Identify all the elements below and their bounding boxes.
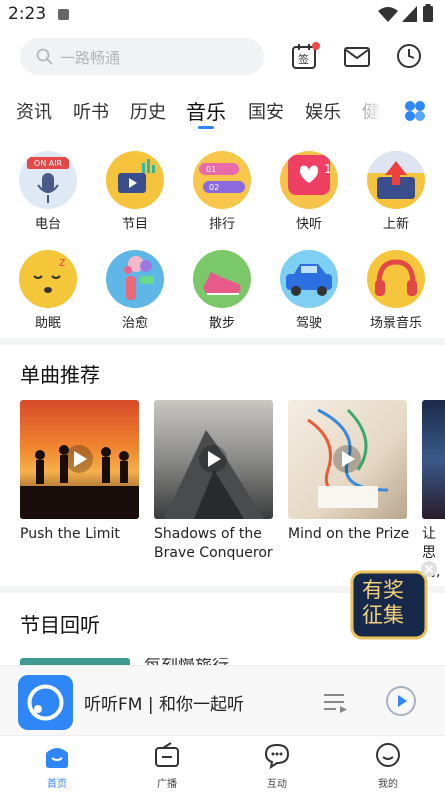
sleep-face-icon: z (19, 250, 77, 308)
category-new-arrival[interactable]: 上新 (356, 151, 436, 232)
chat-bubble-icon (264, 743, 290, 770)
section-divider (0, 338, 445, 345)
status-time: 2:23 (8, 4, 47, 24)
checkin-label: 签 (298, 53, 309, 66)
new-arrival-icon (367, 151, 425, 209)
category-label: 电台 (34, 217, 61, 232)
category-radio[interactable]: ON AIR 电台 (8, 151, 88, 232)
category-walk[interactable]: 散步 (182, 250, 262, 331)
single-title: Shadows of the Brave Conqueror (154, 526, 273, 561)
search-icon (36, 48, 53, 65)
radio-icon (155, 742, 179, 767)
category-label: 快听 (295, 217, 322, 232)
promo-close-icon[interactable] (420, 560, 438, 578)
more-categories-icon[interactable] (404, 100, 426, 122)
svg-text:02: 02 (209, 183, 219, 192)
replay-section-title: 节目回听 (20, 613, 100, 637)
nav-label: 广播 (157, 779, 177, 790)
tabs-fade (340, 88, 400, 128)
single-card[interactable]: 让思荡, (422, 400, 445, 582)
battery-icon (423, 4, 433, 22)
nav-label: 首页 (47, 779, 67, 790)
healing-icon (106, 250, 164, 308)
active-tab-indicator (198, 126, 214, 129)
single-cover-image (422, 400, 445, 519)
status-bar: 2:23 (0, 0, 445, 30)
nav-home[interactable]: 首页 (17, 741, 97, 790)
checkin-calendar-icon[interactable]: 签 (290, 42, 320, 72)
nav-interact[interactable]: 互动 (237, 741, 317, 790)
single-title: Mind on the Prize (288, 526, 410, 542)
search-placeholder: 一路畅通 (60, 49, 121, 67)
mini-player[interactable]: 听听FM | 和你一起听 (0, 665, 445, 736)
promo-line-2: 征集 (362, 603, 404, 627)
ranking-icon: 01 02 (193, 151, 251, 209)
category-label: 排行 (208, 217, 235, 232)
promo-line-1: 有奖 (362, 578, 404, 602)
profile-smile-icon (376, 743, 400, 767)
single-card[interactable]: Shadows of the Brave Conqueror (154, 400, 279, 563)
category-label: 驾驶 (295, 316, 322, 331)
nav-label: 我的 (378, 779, 398, 790)
category-healing[interactable]: 治愈 (95, 250, 175, 331)
nav-label: 互动 (267, 779, 287, 790)
tab-national-security[interactable]: 国安 (248, 98, 284, 124)
promo-badge[interactable]: 有奖 征集 (350, 568, 430, 642)
car-icon (280, 250, 338, 308)
category-scene-music[interactable]: 场景音乐 (356, 250, 436, 331)
tab-entertainment[interactable]: 娱乐 (305, 98, 341, 124)
history-clock-icon[interactable] (395, 42, 425, 72)
category-ranking[interactable]: 01 02 排行 (182, 151, 262, 232)
on-air-mic-icon: ON AIR (19, 151, 77, 209)
play-button-icon[interactable] (385, 685, 417, 717)
category-program[interactable]: 节目 (95, 151, 175, 232)
category-driving[interactable]: 驾驶 (269, 250, 349, 331)
svg-text:01: 01 (206, 165, 216, 174)
walk-shoe-icon (193, 250, 251, 308)
svg-text:1: 1 (324, 162, 332, 176)
tab-audiobooks[interactable]: 听书 (73, 98, 109, 124)
nav-profile[interactable]: 我的 (348, 741, 428, 790)
bottom-nav: 首页 广播 互动 我的 (0, 735, 445, 793)
tab-history[interactable]: 历史 (130, 98, 166, 124)
notification-icon (58, 9, 69, 20)
signal-icon (402, 6, 417, 22)
category-label: 散步 (208, 316, 235, 331)
singles-section-title: 单曲推荐 (20, 363, 100, 387)
single-cover-image (20, 400, 139, 519)
category-quick-listen[interactable]: 1 快听 (269, 151, 349, 232)
program-tv-icon (106, 151, 164, 209)
single-card[interactable]: Push the Limit (20, 400, 145, 544)
category-label: 场景音乐 (369, 316, 422, 331)
player-title: 听听FM | 和你一起听 (84, 695, 244, 715)
single-card[interactable]: Mind on the Prize (288, 400, 413, 544)
category-label: 上新 (382, 217, 409, 232)
single-cover-image (288, 400, 407, 519)
category-label: 治愈 (121, 316, 148, 331)
nav-broadcast[interactable]: 广播 (127, 741, 207, 790)
search-bar[interactable]: 一路畅通 (20, 38, 264, 75)
headphones-icon (367, 250, 425, 308)
svg-text:ON AIR: ON AIR (34, 159, 63, 168)
category-sleep[interactable]: z 助眠 (8, 250, 88, 331)
category-label: 节目 (121, 217, 148, 232)
player-logo-icon (18, 675, 73, 730)
playlist-icon[interactable] (322, 690, 348, 714)
single-title: Push the Limit (20, 526, 120, 542)
quick-listen-heart-icon: 1 (280, 151, 338, 209)
tab-news[interactable]: 资讯 (16, 98, 52, 124)
single-cover-image (154, 400, 273, 519)
category-label: 助眠 (34, 316, 61, 331)
wifi-icon (378, 7, 398, 22)
svg-text:z: z (59, 255, 65, 269)
tab-music[interactable]: 音乐 (186, 96, 226, 125)
mail-icon[interactable] (343, 43, 373, 73)
home-icon (46, 748, 68, 768)
